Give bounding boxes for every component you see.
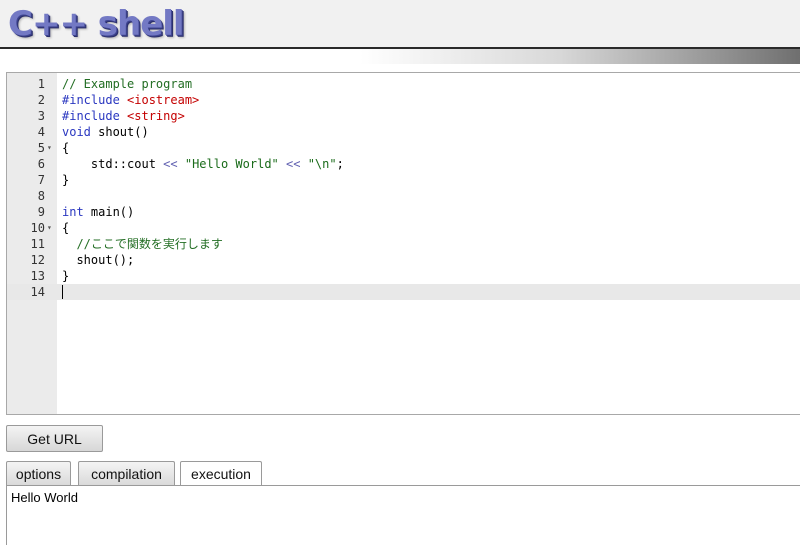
code-token: } [62, 173, 70, 187]
line-number: 11 [30, 237, 45, 251]
code-text: void shout() [62, 124, 149, 140]
code-token: void [62, 125, 91, 139]
code-token: int [62, 205, 84, 219]
code-line[interactable]: 11 //ここで関数を実行します [7, 236, 800, 252]
line-number: 6 [37, 157, 45, 171]
code-line[interactable]: 14 [7, 284, 800, 300]
code-text: // Example program [62, 76, 192, 92]
header: C++ shell [0, 0, 800, 47]
code-token: <string> [127, 109, 185, 123]
code-token: shout() [90, 125, 149, 139]
code-text: shout(); [62, 252, 134, 268]
line-number: 9 [37, 205, 45, 219]
code-line[interactable]: 4 void shout() [7, 124, 800, 140]
line-number: 14 [30, 285, 45, 299]
code-token: "\n" [307, 157, 337, 171]
code-token: { [62, 221, 70, 235]
code-line[interactable]: 1 // Example program [7, 76, 800, 92]
line-number: 8 [37, 189, 45, 203]
code-token: <iostream> [127, 93, 200, 107]
text-cursor [62, 285, 63, 299]
code-text: { [62, 140, 69, 156]
get-url-button[interactable]: Get URL [6, 425, 103, 452]
line-number: 13 [30, 269, 45, 283]
line-number: 12 [30, 253, 45, 267]
code-text: //ここで関数を実行します [62, 236, 223, 252]
app-logo: C++ shell [8, 4, 185, 44]
code-text: } [62, 172, 69, 188]
fold-toggle-icon[interactable]: ▾ [47, 140, 55, 156]
code-token: << [286, 157, 301, 171]
line-number: 7 [37, 173, 45, 187]
code-token: #include [62, 109, 128, 123]
code-line[interactable]: 12 shout(); [7, 252, 800, 268]
code-token: main() [83, 205, 135, 219]
execution-panel: Hello World [6, 485, 800, 545]
line-number: 3 [37, 109, 45, 123]
code-token: //ここで関数を実行します [62, 237, 223, 251]
code-token: } [62, 269, 70, 283]
code-token: ; [336, 157, 344, 171]
code-text: #include <iostream> [62, 92, 199, 108]
code-line[interactable]: 9 int main() [7, 204, 800, 220]
code-editor[interactable]: 1// Example program 2 #include <iostream> 3… [6, 72, 800, 415]
code-line[interactable]: 2 #include <iostream> [7, 92, 800, 108]
code-line[interactable]: 5 ▾ { [7, 140, 800, 156]
code-token: #include [62, 93, 128, 107]
code-line[interactable]: 6 std::cout << "Hello World" << "\n"; [7, 156, 800, 172]
line-number: 5 [37, 141, 45, 155]
code-line[interactable]: 7} [7, 172, 800, 188]
line-number: 10 [30, 221, 45, 235]
line-number: 2 [37, 93, 45, 107]
code-text: } [62, 268, 69, 284]
code-text: std::cout << "Hello World" << "\n"; [62, 156, 344, 172]
gradient-bar [0, 49, 800, 64]
code-token: { [62, 141, 70, 155]
line-number: 4 [37, 125, 45, 139]
tab-options[interactable]: options [6, 461, 71, 485]
code-token: shout(); [62, 253, 135, 267]
code-text: { [62, 220, 69, 236]
code-token: "Hello World" [184, 157, 279, 171]
code-text: int main() [62, 204, 134, 220]
code-line[interactable]: 13} [7, 268, 800, 284]
code-token: std::cout [62, 157, 164, 171]
tab-execution[interactable]: execution [180, 461, 262, 486]
code-line[interactable]: 10 ▾ { [7, 220, 800, 236]
fold-toggle-icon[interactable]: ▾ [47, 220, 55, 236]
code-text: #include <string> [62, 108, 185, 124]
line-number: 1 [37, 77, 45, 91]
tab-compilation[interactable]: compilation [78, 461, 175, 485]
program-output: Hello World [11, 490, 78, 505]
code-line[interactable]: 3 #include <string> [7, 108, 800, 124]
code-token: << [163, 157, 178, 171]
code-token: // Example program [62, 77, 193, 91]
code-line[interactable]: 8 [7, 188, 800, 204]
